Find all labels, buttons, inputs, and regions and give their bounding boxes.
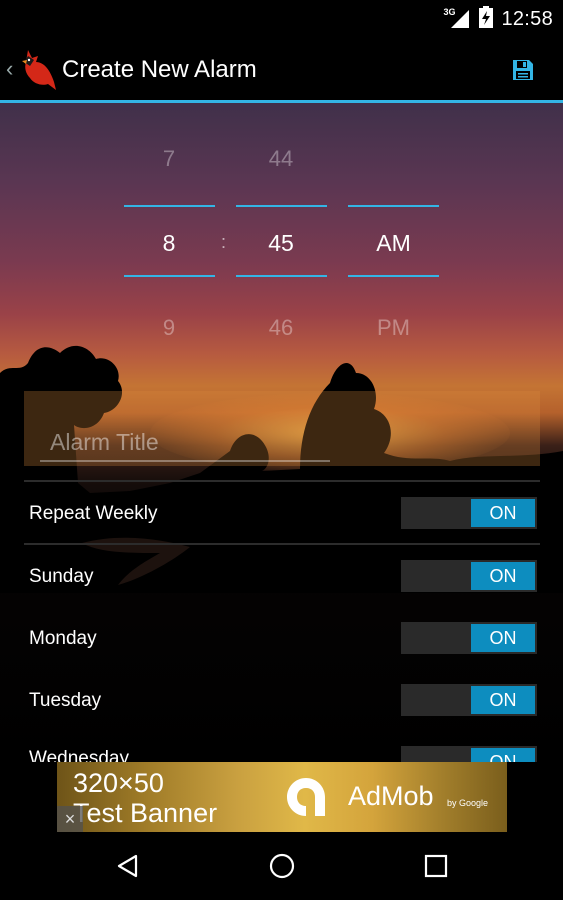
- ad-by-google-text: by Google: [447, 798, 489, 808]
- day-label-wednesday: Wednesday: [29, 748, 129, 762]
- status-icons: 3G 12:58: [443, 5, 553, 33]
- hour-next[interactable]: 9: [124, 315, 214, 341]
- repeat-weekly-label: Repeat Weekly: [29, 503, 158, 524]
- ampm-selected[interactable]: AM: [348, 230, 439, 257]
- page-title: Create New Alarm: [62, 56, 257, 83]
- toggle-state: ON: [471, 748, 535, 762]
- back-icon[interactable]: [106, 844, 150, 888]
- network-type: 3G: [443, 7, 456, 17]
- save-icon[interactable]: [510, 57, 536, 83]
- ad-close-icon[interactable]: ×: [57, 806, 83, 832]
- minute-next[interactable]: 46: [236, 315, 326, 341]
- day-label-sunday: Sunday: [29, 566, 94, 587]
- minute-prev[interactable]: 44: [236, 146, 326, 172]
- signal-icon: 3G: [443, 7, 471, 29]
- admob-logo-icon: [287, 778, 325, 816]
- home-icon[interactable]: [260, 844, 304, 888]
- ampm-divider-top: [348, 205, 439, 207]
- wednesday-toggle[interactable]: ON: [401, 746, 537, 762]
- up-caret-icon[interactable]: ‹: [6, 56, 13, 82]
- day-label-monday: Monday: [29, 628, 97, 649]
- ampm-divider-bottom: [348, 275, 439, 277]
- hour-selected[interactable]: 8: [124, 230, 214, 257]
- day-label-tuesday: Tuesday: [29, 690, 102, 711]
- toggle-state: ON: [471, 686, 535, 714]
- status-bar: 3G 12:58: [0, 0, 563, 38]
- ad-test-banner-text: Test Banner: [73, 798, 218, 828]
- tuesday-toggle[interactable]: ON: [401, 684, 537, 716]
- minute-divider-top: [236, 205, 327, 207]
- minute-selected[interactable]: 45: [236, 230, 326, 257]
- sunday-toggle[interactable]: ON: [401, 560, 537, 592]
- repeat-weekly-toggle[interactable]: ON: [401, 497, 537, 529]
- ad-brand-text: AdMob: [348, 781, 434, 811]
- hour-prev[interactable]: 7: [124, 146, 214, 172]
- hour-divider-bottom: [124, 275, 215, 277]
- ad-banner[interactable]: 320×50 Test Banner × AdMob by Google: [57, 762, 507, 832]
- toggle-state: ON: [471, 624, 535, 652]
- recents-icon[interactable]: [414, 844, 458, 888]
- monday-toggle[interactable]: ON: [401, 622, 537, 654]
- ad-size-text: 320×50: [73, 768, 164, 798]
- section-divider: [24, 480, 540, 482]
- toggle-state: ON: [471, 499, 535, 527]
- battery-icon: [479, 5, 494, 33]
- minute-divider-bottom: [236, 275, 327, 277]
- time-separator: :: [221, 232, 227, 252]
- clock-time: 12:58: [501, 7, 553, 30]
- wednesday-row-clip: Wednesday ON: [0, 740, 563, 762]
- ampm-next[interactable]: PM: [348, 315, 439, 341]
- cardinal-bird-icon[interactable]: [14, 46, 58, 92]
- alarm-title-input[interactable]: [40, 424, 330, 462]
- toggle-state: ON: [471, 562, 535, 590]
- navigation-bar: [0, 832, 563, 900]
- hour-divider-top: [124, 205, 215, 207]
- section-divider: [24, 543, 540, 545]
